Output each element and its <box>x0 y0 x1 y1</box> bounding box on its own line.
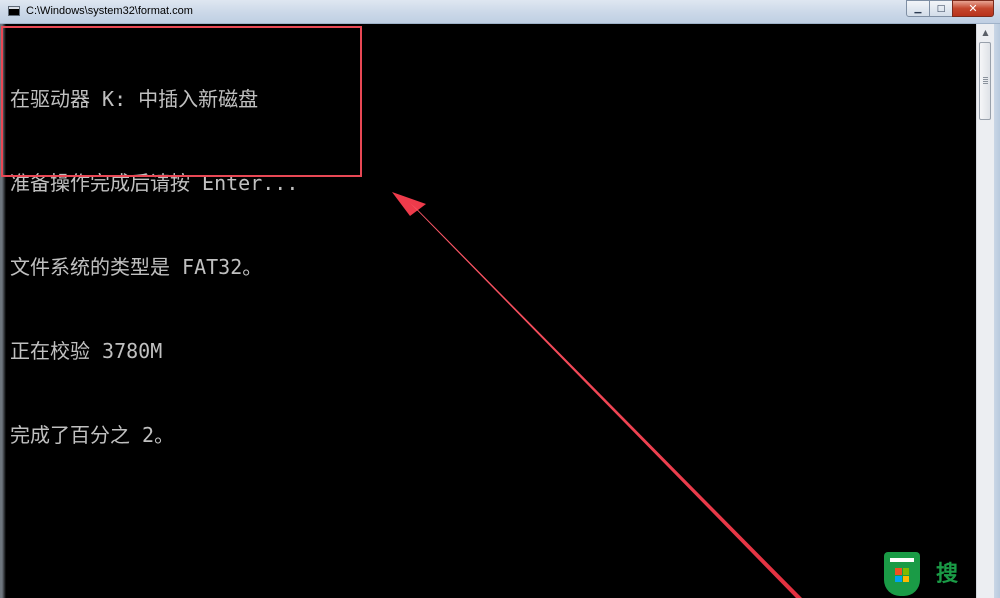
console-line: 文件系统的类型是 FAT32。 <box>10 255 263 279</box>
minimize-button[interactable]: ▁ <box>906 0 930 17</box>
console-icon <box>8 6 20 16</box>
close-icon: ✕ <box>968 2 978 15</box>
console-line: 在驱动器 K: 中插入新磁盘 <box>10 87 259 111</box>
window-left-border <box>0 24 6 598</box>
console-line: 完成了百分之 2。 <box>10 423 175 447</box>
console-text: 在驱动器 K: 中插入新磁盘 准备操作完成后请按 Enter... 文件系统的类… <box>10 29 298 505</box>
console-output[interactable]: 在驱动器 K: 中插入新磁盘 准备操作完成后请按 Enter... 文件系统的类… <box>0 24 976 598</box>
maximize-icon: □ <box>936 3 946 14</box>
console-window: C:\Windows\system32\format.com ▁ □ ✕ 在驱动… <box>0 0 1000 598</box>
vertical-scrollbar[interactable]: ▲ <box>976 24 994 598</box>
scroll-thumb[interactable] <box>979 42 991 120</box>
window-title: C:\Windows\system32\format.com <box>26 5 193 17</box>
console-line: 正在校验 3780M <box>10 339 163 363</box>
close-button[interactable]: ✕ <box>952 0 994 17</box>
title-bar[interactable]: C:\Windows\system32\format.com ▁ □ ✕ <box>0 0 1000 24</box>
maximize-button[interactable]: □ <box>929 0 953 17</box>
window-right-border <box>994 24 1000 598</box>
caption-buttons: ▁ □ ✕ <box>906 0 994 18</box>
console-line: 准备操作完成后请按 Enter... <box>10 171 299 195</box>
scroll-up-arrow-icon[interactable]: ▲ <box>977 24 994 41</box>
minimize-icon: ▁ <box>914 3 922 14</box>
